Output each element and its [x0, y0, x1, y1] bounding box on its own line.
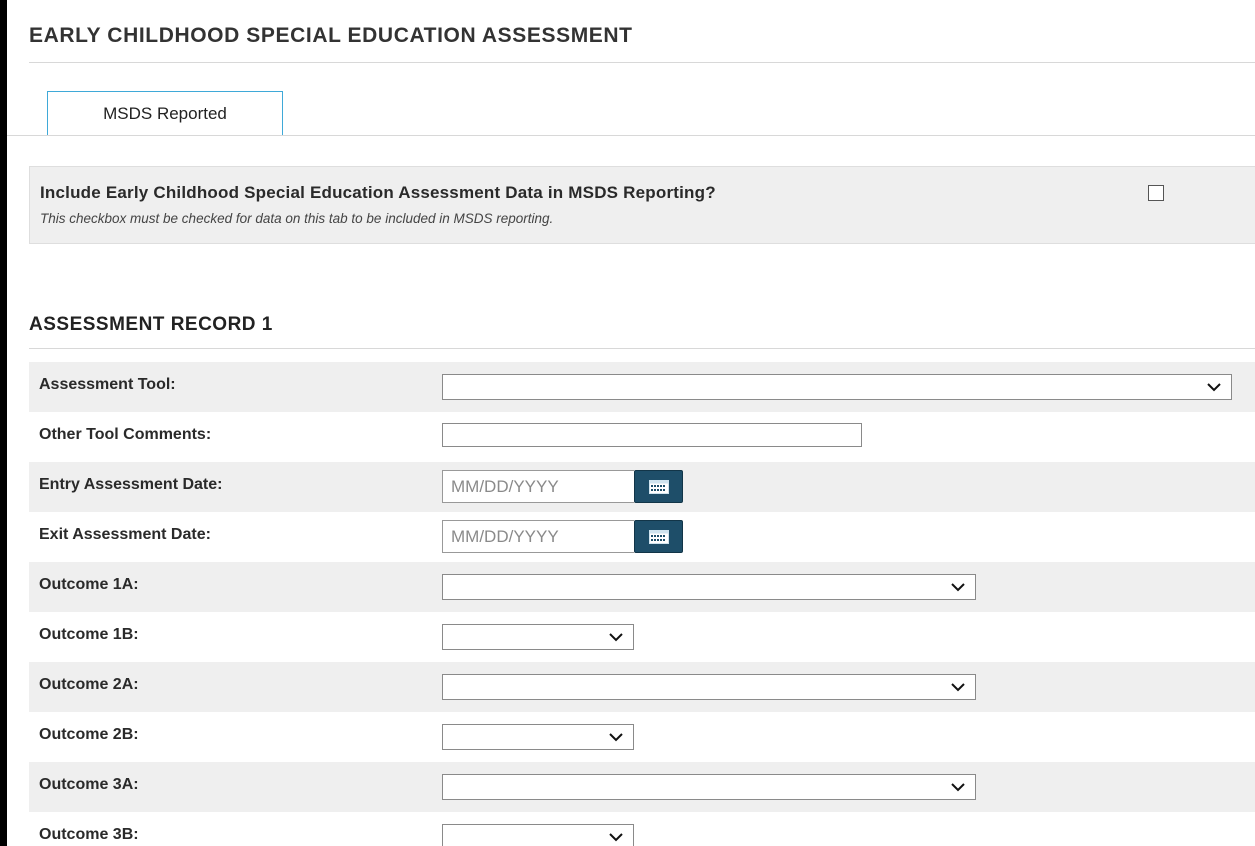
- chevron-down-icon: [609, 633, 623, 642]
- form-row-outcome-2a: Outcome 2A:: [29, 662, 1255, 712]
- chevron-down-icon: [951, 783, 965, 792]
- msds-question: Include Early Childhood Special Educatio…: [40, 183, 716, 202]
- other-tool-comments-label: Other Tool Comments:: [39, 426, 212, 443]
- outcome-3b-label: Outcome 3B:: [39, 826, 139, 843]
- outcome-2a-select[interactable]: [442, 674, 976, 700]
- outcome-2a-label: Outcome 2A:: [39, 676, 139, 693]
- outcome-2b-select[interactable]: [442, 724, 634, 750]
- chevron-down-icon: [1207, 383, 1221, 392]
- other-tool-comments-input[interactable]: [442, 423, 862, 447]
- outcome-1b-select[interactable]: [442, 624, 634, 650]
- exit-assessment-date-label: Exit Assessment Date:: [39, 526, 211, 543]
- form-row-entry-date: Entry Assessment Date:: [29, 462, 1255, 512]
- form-row-other-tool-comments: Other Tool Comments:: [29, 412, 1255, 462]
- calendar-icon: [648, 479, 669, 494]
- page-title: EARLY CHILDHOOD SPECIAL EDUCATION ASSESS…: [29, 24, 633, 47]
- form-row-assessment-tool: Assessment Tool:: [29, 362, 1255, 412]
- page-frame: EARLY CHILDHOOD SPECIAL EDUCATION ASSESS…: [7, 0, 1255, 846]
- outcome-1b-label: Outcome 1B:: [39, 626, 139, 643]
- outcome-3a-label: Outcome 3A:: [39, 776, 139, 793]
- record-divider: [29, 348, 1255, 349]
- msds-reporting-panel: Include Early Childhood Special Educatio…: [29, 166, 1255, 244]
- exit-assessment-date-input[interactable]: [442, 520, 634, 553]
- outcome-1a-select[interactable]: [442, 574, 976, 600]
- chevron-down-icon: [951, 583, 965, 592]
- tab-label: MSDS Reported: [103, 103, 227, 123]
- tab-strip-divider: [7, 135, 1255, 136]
- form-row-outcome-3b: Outcome 3B:: [29, 812, 1255, 846]
- entry-date-calendar-button[interactable]: [634, 470, 683, 503]
- assessment-tool-select[interactable]: [442, 374, 1232, 400]
- chevron-down-icon: [951, 683, 965, 692]
- outcome-1a-label: Outcome 1A:: [39, 576, 139, 593]
- outcome-2b-label: Outcome 2B:: [39, 726, 139, 743]
- msds-note: This checkbox must be checked for data o…: [40, 211, 554, 226]
- tab-msds-reported[interactable]: MSDS Reported: [47, 91, 283, 135]
- outcome-3a-select[interactable]: [442, 774, 976, 800]
- assessment-tool-label: Assessment Tool:: [39, 376, 176, 393]
- outcome-3b-select[interactable]: [442, 824, 634, 846]
- exit-date-calendar-button[interactable]: [634, 520, 683, 553]
- chevron-down-icon: [609, 733, 623, 742]
- calendar-icon: [648, 529, 669, 544]
- msds-include-checkbox[interactable]: [1148, 185, 1164, 201]
- chevron-down-icon: [609, 833, 623, 842]
- title-divider: [29, 62, 1255, 63]
- entry-assessment-date-input[interactable]: [442, 470, 634, 503]
- entry-assessment-date-label: Entry Assessment Date:: [39, 476, 223, 493]
- form-row-exit-date: Exit Assessment Date:: [29, 512, 1255, 562]
- form-row-outcome-1a: Outcome 1A:: [29, 562, 1255, 612]
- assessment-record-title: ASSESSMENT RECORD 1: [29, 314, 273, 335]
- form-row-outcome-3a: Outcome 3A:: [29, 762, 1255, 812]
- assessment-record-form: Assessment Tool: Other Tool Comments: En…: [29, 362, 1255, 846]
- form-row-outcome-2b: Outcome 2B:: [29, 712, 1255, 762]
- form-row-outcome-1b: Outcome 1B:: [29, 612, 1255, 662]
